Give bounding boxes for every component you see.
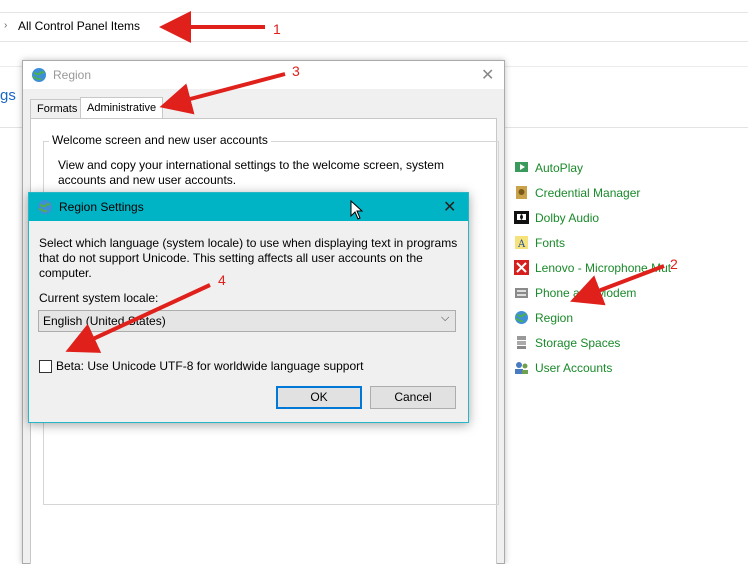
annotation-number-3: 3 — [292, 63, 300, 79]
annotation-number-2: 2 — [670, 256, 678, 272]
annotation-number-4: 4 — [218, 272, 226, 288]
annotation-layer — [65, 11, 665, 353]
annotation-arrow-2 — [570, 264, 665, 306]
annotation-arrow-4 — [65, 283, 211, 353]
annotation-arrow-3 — [159, 72, 286, 115]
annotation-number-1: 1 — [273, 21, 281, 37]
